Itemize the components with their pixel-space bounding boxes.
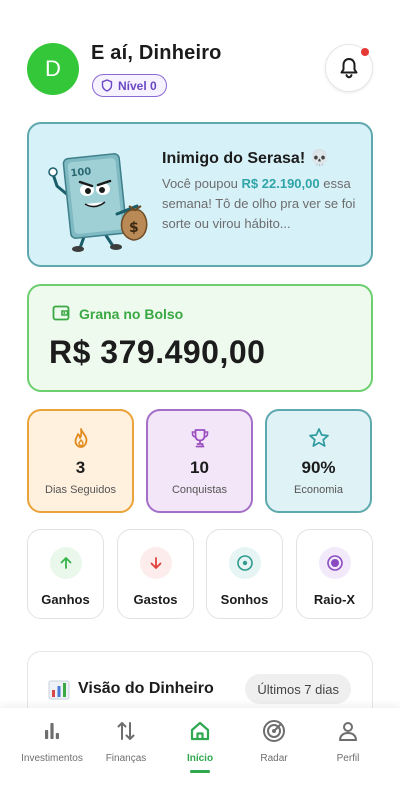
arrow-up-icon bbox=[60, 557, 71, 569]
action-raio-x-button[interactable]: Raio-X bbox=[296, 529, 373, 619]
arrow-down-icon bbox=[150, 557, 161, 569]
stat-label: Conquistas bbox=[171, 484, 228, 496]
stat-value: 90% bbox=[301, 458, 336, 477]
action-icon-circle bbox=[49, 547, 82, 579]
avatar-initial: D bbox=[45, 56, 61, 81]
period-selector[interactable]: Últimos 7 dias bbox=[245, 674, 351, 704]
stat-savings-card[interactable]: 90% Economia bbox=[265, 409, 372, 513]
bottom-tab-bar: Investimentos Finanças Início Radar Perf… bbox=[0, 708, 400, 800]
chart-icon bbox=[48, 680, 70, 700]
level-badge[interactable]: Nível 0 bbox=[92, 74, 167, 97]
action-sonhos-button[interactable]: Sonhos bbox=[206, 529, 283, 619]
vision-title: Visão do Dinheiro bbox=[78, 680, 214, 697]
home-icon bbox=[190, 721, 210, 741]
avatar[interactable]: D bbox=[27, 43, 79, 95]
action-gastos-button[interactable]: Gastos bbox=[117, 529, 194, 619]
swap-vertical-icon bbox=[117, 722, 135, 740]
star-icon bbox=[308, 428, 329, 447]
wallet-icon bbox=[52, 305, 70, 321]
balance-value: R$ 379.490,00 bbox=[49, 334, 266, 370]
tab-inicio[interactable]: Início bbox=[160, 718, 240, 773]
tab-perfil[interactable]: Perfil bbox=[308, 718, 388, 764]
trophy-icon bbox=[191, 429, 208, 448]
tab-financas[interactable]: Finanças bbox=[86, 718, 166, 764]
radio-button-icon bbox=[326, 555, 343, 571]
tab-label: Início bbox=[186, 753, 214, 764]
action-icon-circle bbox=[318, 547, 351, 579]
stat-value: 10 bbox=[190, 458, 209, 477]
stat-label: Economia bbox=[294, 484, 343, 496]
greeting-title: E aí, Dinheiro bbox=[91, 42, 222, 64]
enemy-text-before: Você poupou bbox=[162, 176, 242, 191]
tab-label: Finanças bbox=[105, 753, 147, 764]
action-icon-circle bbox=[139, 547, 172, 579]
notifications-button[interactable] bbox=[325, 44, 373, 92]
enemy-card-message: Você poupou R$ 22.190,00 essa semana! Tô… bbox=[162, 174, 362, 234]
tab-radar[interactable]: Radar bbox=[234, 718, 314, 764]
svg-text:$: $ bbox=[129, 220, 139, 236]
serasa-enemy-card[interactable]: 100 $ Inimigo do Serasa! 💀 Você poupou R… bbox=[27, 122, 373, 267]
svg-text:100: 100 bbox=[70, 166, 92, 179]
person-icon bbox=[339, 722, 357, 741]
action-icon-circle bbox=[228, 547, 261, 579]
tab-label: Perfil bbox=[336, 753, 360, 764]
bar-chart-icon bbox=[45, 723, 59, 739]
stat-achievements-card[interactable]: 10 Conquistas bbox=[146, 409, 253, 513]
radar-icon bbox=[263, 720, 285, 742]
action-label: Raio-X bbox=[313, 592, 356, 607]
tab-label: Investimentos bbox=[21, 753, 83, 764]
notification-dot bbox=[361, 48, 369, 56]
balance-label: Grana no Bolso bbox=[79, 306, 184, 322]
tab-label: Radar bbox=[260, 753, 288, 764]
target-icon bbox=[236, 555, 253, 571]
action-ganhos-button[interactable]: Ganhos bbox=[27, 529, 104, 619]
level-label: Nível 0 bbox=[118, 78, 157, 93]
stat-streak-card[interactable]: 3 Dias Seguidos bbox=[27, 409, 134, 513]
action-label: Ganhos bbox=[41, 592, 90, 607]
bell-icon bbox=[340, 58, 358, 79]
fire-icon bbox=[74, 428, 87, 448]
tab-investimentos[interactable]: Investimentos bbox=[12, 718, 92, 764]
action-label: Gastos bbox=[133, 592, 178, 607]
action-label: Sonhos bbox=[220, 592, 269, 607]
active-tab-indicator bbox=[190, 770, 210, 773]
saved-amount: R$ 22.190,00 bbox=[241, 176, 320, 191]
enemy-card-title: Inimigo do Serasa! 💀 bbox=[162, 150, 330, 167]
money-mascot-icon: 100 $ bbox=[48, 153, 148, 252]
header: D E aí, Dinheiro Nível 0 bbox=[27, 42, 373, 98]
shield-icon bbox=[101, 79, 113, 92]
balance-card[interactable]: Grana no Bolso R$ 379.490,00 bbox=[27, 284, 373, 392]
stat-value: 3 bbox=[75, 458, 86, 477]
stat-label: Dias Seguidos bbox=[45, 484, 116, 496]
